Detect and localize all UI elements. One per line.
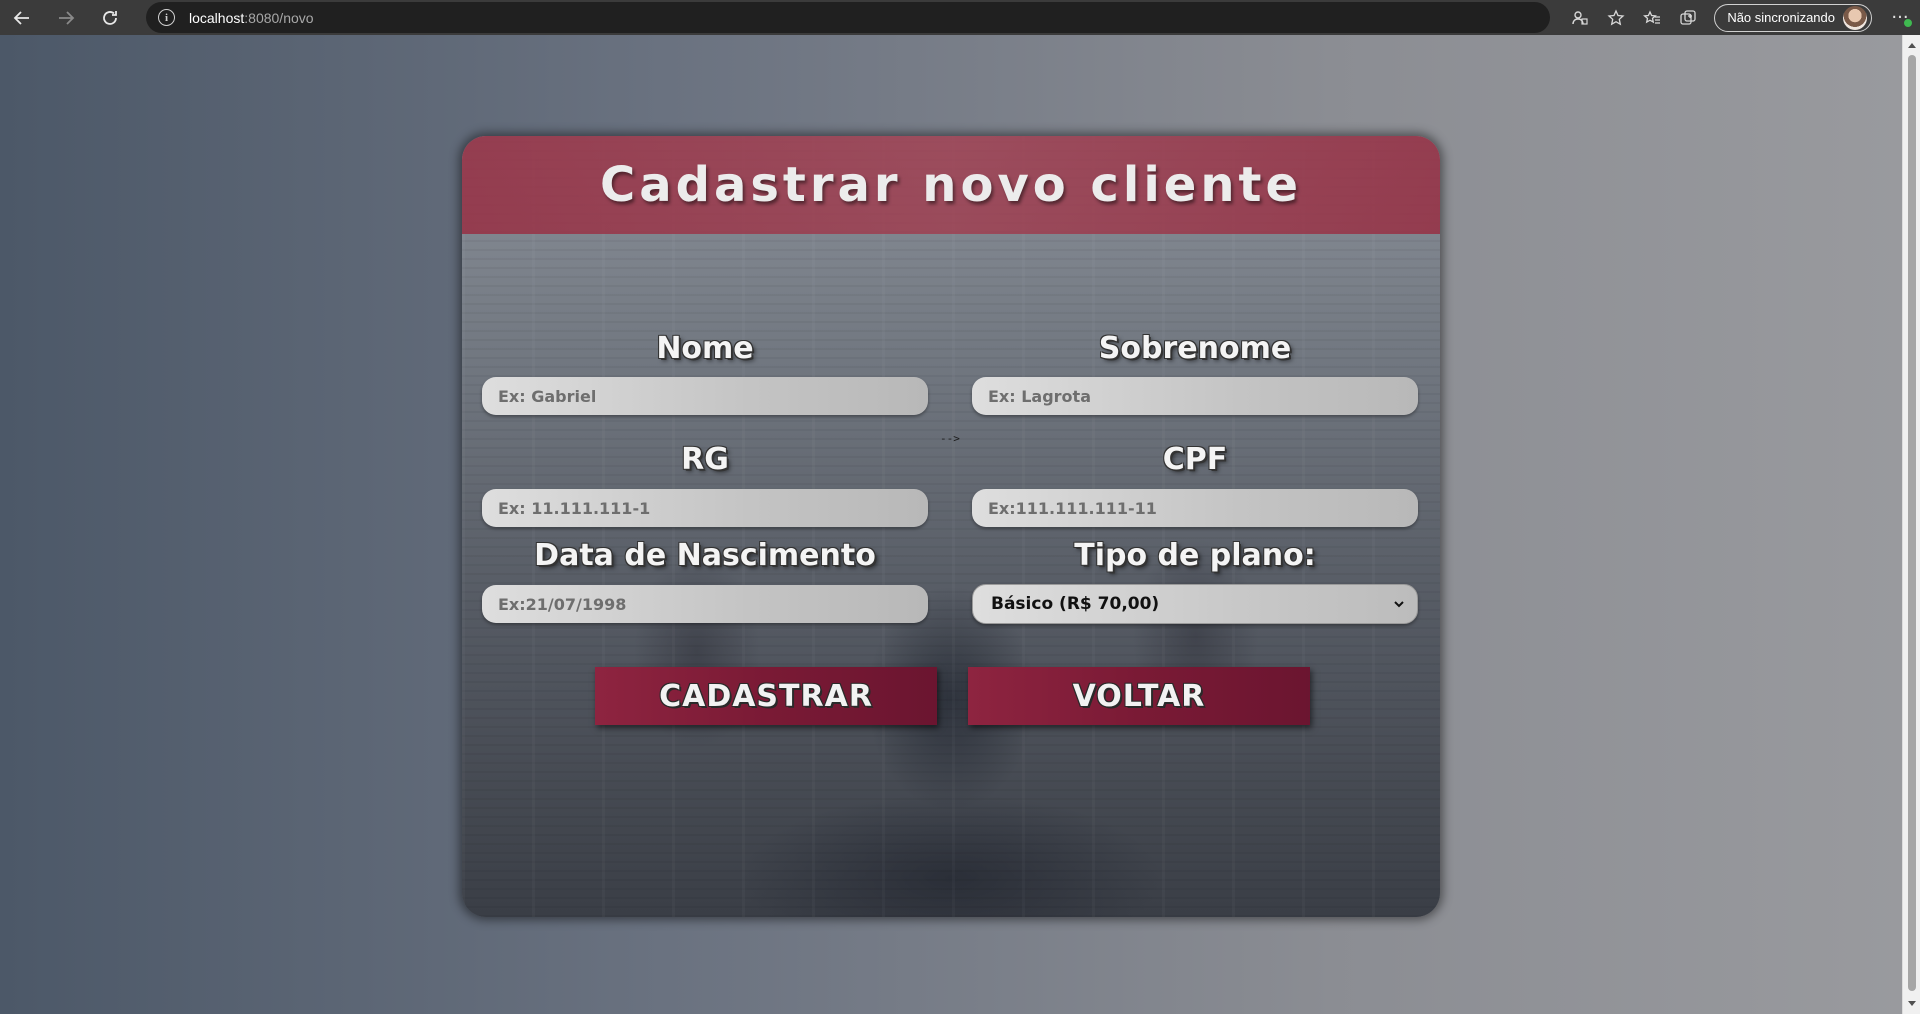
url-path: :8080/novo: [244, 9, 314, 26]
forward-button[interactable]: [44, 0, 88, 35]
rg-input[interactable]: [482, 489, 928, 527]
nome-label: Nome: [656, 331, 754, 366]
rg-label: RG: [681, 442, 729, 477]
arrow-right-icon: [59, 10, 75, 25]
plano-label: Tipo de plano:: [1074, 538, 1316, 573]
stray-comment-text: -->: [940, 432, 960, 445]
nascimento-label: Data de Nascimento: [534, 538, 876, 573]
plano-select[interactable]: Básico (R$ 70,00): [972, 584, 1418, 624]
sobrenome-input[interactable]: [972, 377, 1418, 415]
back-button[interactable]: [0, 0, 44, 35]
reload-button[interactable]: [88, 0, 132, 35]
browser-toolbar: i localhost :8080/novo Não sincronizando…: [0, 0, 1920, 35]
cadastrar-button[interactable]: CADASTRAR: [595, 667, 937, 725]
card-header: Cadastrar novo cliente: [462, 136, 1440, 234]
address-bar[interactable]: i localhost :8080/novo: [146, 2, 1550, 33]
page-viewport: Cadastrar novo cliente Nome Sobrenome --…: [0, 35, 1902, 1014]
scroll-up-icon[interactable]: [1908, 43, 1916, 48]
sobrenome-label: Sobrenome: [1098, 331, 1292, 366]
vertical-scrollbar[interactable]: [1902, 35, 1920, 1014]
add-favorite-icon[interactable]: [1598, 0, 1634, 35]
sync-status-label: Não sincronizando: [1727, 10, 1835, 25]
chevron-down-icon: [1394, 601, 1404, 608]
update-badge: [1904, 19, 1912, 27]
collections-icon[interactable]: [1670, 0, 1706, 35]
arrow-left-icon: [13, 10, 29, 25]
settings-more-button[interactable]: ···: [1880, 0, 1920, 35]
scrollbar-thumb[interactable]: [1908, 55, 1916, 991]
plano-selected-value: Básico (R$ 70,00): [991, 594, 1160, 614]
info-icon[interactable]: i: [158, 9, 175, 26]
voltar-button[interactable]: VOLTAR: [968, 667, 1310, 725]
register-card: Cadastrar novo cliente Nome Sobrenome --…: [462, 136, 1440, 917]
scroll-down-icon[interactable]: [1908, 1001, 1916, 1006]
avatar: [1843, 5, 1867, 30]
read-aloud-icon[interactable]: [1562, 0, 1598, 35]
profile-sync-button[interactable]: Não sincronizando: [1714, 3, 1872, 32]
nome-input[interactable]: [482, 377, 928, 415]
cpf-input[interactable]: [972, 489, 1418, 527]
reload-icon: [103, 10, 117, 25]
page-title: Cadastrar novo cliente: [599, 157, 1303, 213]
url-host: localhost: [189, 9, 245, 26]
cpf-label: CPF: [1162, 442, 1228, 477]
nascimento-input[interactable]: [482, 585, 928, 623]
favorites-icon[interactable]: [1634, 0, 1670, 35]
